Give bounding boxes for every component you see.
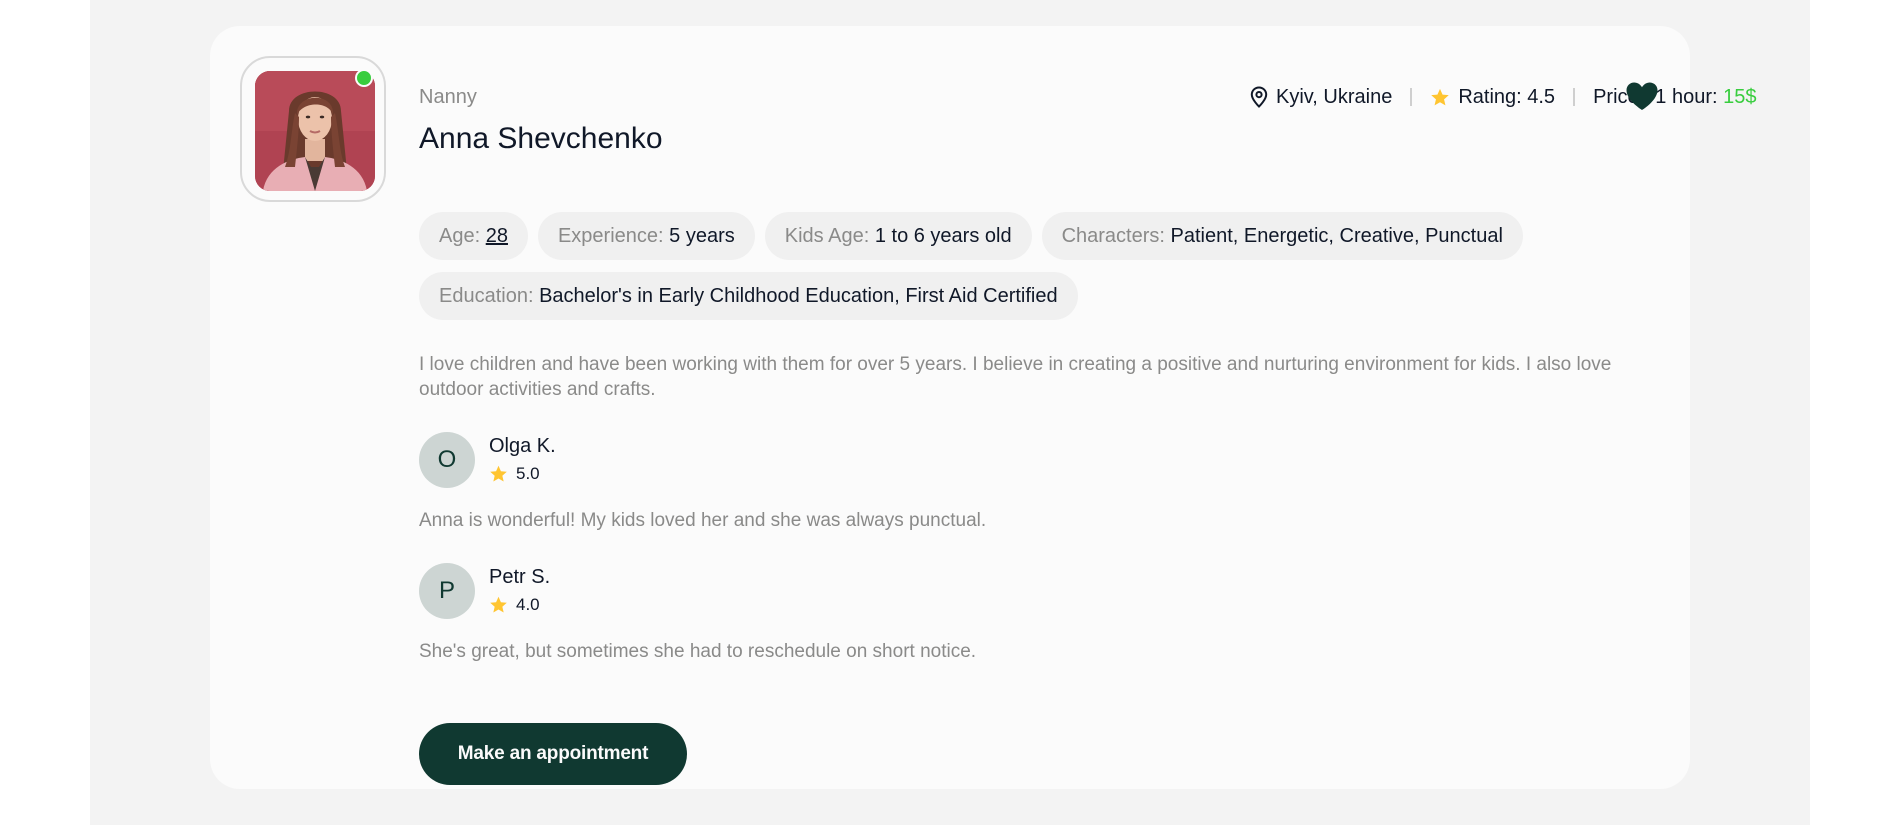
make-appointment-button[interactable]: Make an appointment (419, 723, 687, 785)
avatar-photo-illustration (255, 71, 375, 191)
star-icon (490, 596, 507, 613)
nanny-meta: Kyiv, Ukraine Rating: 4.5 Price / 1 hour… (1250, 85, 1757, 109)
price: Price / 1 hour: 15$ (1593, 86, 1756, 109)
chip-row: Age: 28 Experience: 5 years Kids Age: 1 … (419, 212, 1659, 260)
meta-divider (1573, 88, 1576, 106)
chip-key: Education: (439, 284, 534, 307)
chip-characters: Characters: Patient, Energetic, Creative… (1041, 212, 1523, 260)
reviewer-name: Olga K. (489, 435, 556, 457)
nanny-name: Anna Shevchenko (419, 122, 663, 155)
star-icon (1431, 88, 1450, 105)
location: Kyiv, Ukraine (1250, 86, 1392, 109)
rating: Rating: 4.5 (1430, 86, 1555, 109)
star-icon (490, 465, 507, 482)
chip-value: Bachelor's in Early Childhood Education,… (539, 284, 1058, 307)
chip-key: Characters: (1061, 224, 1165, 247)
reviewer-name: Petr S. (489, 566, 551, 588)
avatar-frame (240, 56, 386, 202)
price-value: 15$ (1723, 85, 1757, 108)
chip-value: 5 years (669, 224, 735, 247)
online-status-indicator (355, 69, 373, 87)
about-text: I love children and have been working wi… (419, 354, 1612, 400)
chip-kids-age: Kids Age: 1 to 6 years old (764, 212, 1032, 260)
review-rating: 5.0 (489, 464, 540, 484)
nanny-card: Nanny Anna Shevchenko Kyiv, Ukraine Rati… (210, 26, 1757, 789)
chip-value: 1 to 6 years old (874, 224, 1012, 247)
meta-divider (1410, 88, 1413, 106)
review-rating-value: 5.0 (516, 464, 540, 483)
rating-text: Rating: 4.5 (1458, 85, 1556, 108)
avatar (255, 71, 375, 191)
location-text: Kyiv, Ukraine (1276, 85, 1393, 108)
chip-education: Education: Bachelor's in Early Childhood… (419, 272, 1078, 320)
favorite-heart-icon[interactable] (1625, 81, 1659, 111)
reviewer-avatar: O (419, 432, 475, 488)
review-text: Anna is wonderful! My kids loved her and… (419, 510, 987, 531)
chip-experience: Experience: 5 years (537, 212, 755, 260)
chip-value: Patient, Energetic, Creative, Punctual (1170, 224, 1503, 247)
chip-key: Experience: (557, 224, 664, 247)
chip-value: 28 (485, 224, 508, 247)
chip-age: Age: 28 (419, 212, 528, 260)
review-text: She's great, but sometimes she had to re… (419, 641, 977, 662)
nanny-role: Nanny (419, 86, 477, 108)
reviewer-avatar: P (419, 563, 475, 619)
chip-row: Education: Bachelor's in Early Childhood… (419, 272, 1659, 320)
chip-key: Kids Age: (784, 224, 870, 247)
review-rating: 4.0 (489, 595, 540, 615)
map-pin-icon (1250, 86, 1268, 108)
attribute-chips: Age: 28 Experience: 5 years Kids Age: 1 … (419, 212, 1659, 332)
chip-key: Age: (439, 224, 481, 247)
review-rating-value: 4.0 (516, 595, 540, 614)
